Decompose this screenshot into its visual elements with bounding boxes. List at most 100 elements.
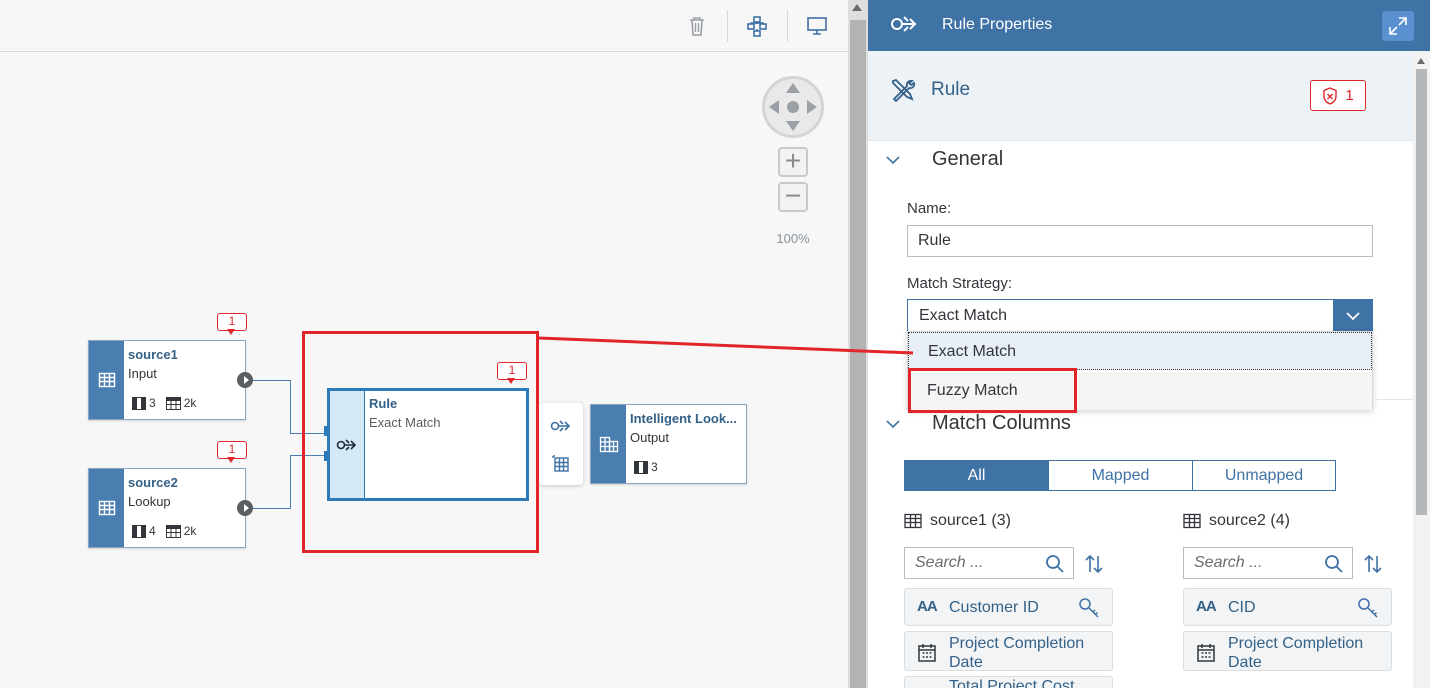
table-icon bbox=[89, 341, 124, 419]
add-output-icon[interactable] bbox=[547, 451, 575, 477]
annotation-highlight-box bbox=[908, 368, 1077, 413]
object-header: Rule 1 bbox=[868, 51, 1413, 141]
sort-icon[interactable] bbox=[1081, 550, 1107, 578]
monitor-icon[interactable] bbox=[803, 12, 831, 40]
output-port[interactable] bbox=[237, 500, 253, 516]
trash-icon[interactable] bbox=[683, 12, 711, 40]
connector-line bbox=[253, 380, 291, 381]
key-icon bbox=[1357, 597, 1379, 624]
tab-unmapped[interactable]: Unmapped bbox=[1192, 460, 1336, 491]
node-stats: 4 2k bbox=[132, 524, 196, 538]
column-item[interactable]: AA CID bbox=[1183, 588, 1392, 626]
chevron-down-icon bbox=[885, 152, 901, 173]
tab-mapped[interactable]: Mapped bbox=[1048, 460, 1193, 491]
wrench-screwdriver-icon bbox=[890, 77, 916, 108]
source2-node[interactable]: source2 Lookup 4 2k bbox=[88, 468, 246, 548]
key-icon bbox=[1078, 597, 1100, 624]
pan-control[interactable] bbox=[762, 76, 824, 138]
expand-icon bbox=[1389, 17, 1407, 35]
columns-icon bbox=[132, 524, 146, 538]
node-subtitle: Output bbox=[630, 430, 670, 445]
zoom-in-button[interactable]: + bbox=[778, 147, 808, 177]
source-label-text: source1 (3) bbox=[930, 512, 1011, 529]
source1-node[interactable]: source1 Input 3 2k bbox=[88, 340, 246, 420]
name-label: Name: bbox=[907, 200, 952, 217]
chevron-down-icon bbox=[885, 416, 901, 437]
source2-search[interactable] bbox=[1183, 547, 1353, 579]
column-item[interactable]: Project Completion Date bbox=[904, 631, 1113, 671]
sort-icon[interactable] bbox=[1360, 550, 1386, 578]
dataflow-canvas[interactable]: + − 100% source1 Input 3 2k 1 source2 Lo… bbox=[0, 0, 848, 688]
rule-properties-panel: Rule Properties Rule 1 General Name: Mat… bbox=[868, 0, 1430, 688]
canvas-toolbar bbox=[0, 0, 848, 52]
node-stats: 3 bbox=[634, 460, 658, 474]
match-rule-icon bbox=[890, 12, 920, 41]
section-title: General bbox=[932, 148, 1004, 170]
panel-title: Rule Properties bbox=[942, 16, 1053, 33]
chevron-down-icon[interactable] bbox=[1333, 300, 1372, 331]
row-count: 2k bbox=[183, 524, 197, 538]
table-icon bbox=[89, 469, 124, 547]
search-icon[interactable] bbox=[1045, 554, 1065, 579]
node-action-menu bbox=[539, 403, 583, 485]
warning-badge[interactable]: 1 bbox=[217, 441, 247, 463]
panel-header: Rule Properties bbox=[868, 0, 1430, 51]
warning-badge[interactable]: 1 bbox=[217, 313, 247, 335]
zoom-out-button[interactable]: − bbox=[778, 182, 808, 212]
divider bbox=[1374, 399, 1413, 400]
column-name: Project Completion Date bbox=[949, 635, 1085, 671]
node-title: source2 bbox=[128, 475, 178, 490]
zoom-level: 100% bbox=[776, 231, 810, 246]
calendar-icon bbox=[917, 643, 937, 668]
node-title: source1 bbox=[128, 347, 178, 362]
source1-columns-label: source1 (3) bbox=[904, 512, 1011, 530]
source1-search[interactable] bbox=[904, 547, 1074, 579]
column-item[interactable]: AA Customer ID bbox=[904, 588, 1113, 626]
tab-all[interactable]: All bbox=[904, 460, 1049, 491]
option-exact-match[interactable]: Exact Match bbox=[908, 332, 1372, 370]
column-count: 3 bbox=[149, 396, 156, 410]
object-title: Rule bbox=[931, 79, 971, 100]
search-input[interactable] bbox=[905, 548, 1043, 578]
name-input[interactable] bbox=[907, 225, 1373, 257]
output-port[interactable] bbox=[237, 372, 253, 388]
text-type-icon: AA bbox=[917, 598, 938, 615]
node-title: Intelligent Look... bbox=[630, 411, 737, 426]
rows-icon bbox=[165, 524, 181, 538]
validation-error-button[interactable]: 1 bbox=[1310, 80, 1366, 111]
column-item[interactable]: Total Project Cost bbox=[904, 676, 1113, 688]
column-count: 4 bbox=[149, 524, 156, 538]
source-label-text: source2 (4) bbox=[1209, 512, 1290, 529]
expand-button[interactable] bbox=[1382, 11, 1414, 41]
column-name: Project Completion Date bbox=[1228, 635, 1364, 671]
search-icon[interactable] bbox=[1324, 554, 1344, 579]
general-section-toggle[interactable]: General bbox=[868, 140, 1413, 180]
text-type-icon: AA bbox=[1196, 598, 1217, 615]
node-stats: 3 2k bbox=[132, 396, 196, 410]
columns-icon bbox=[634, 460, 648, 474]
node-subtitle: Input bbox=[128, 366, 157, 381]
panel-scrollbar[interactable] bbox=[1413, 51, 1430, 688]
canvas-scrollbar[interactable] bbox=[848, 0, 868, 688]
calendar-icon bbox=[1196, 643, 1216, 668]
source2-columns-label: source2 (4) bbox=[1183, 512, 1290, 530]
node-subtitle: Lookup bbox=[128, 494, 171, 509]
connector-line bbox=[290, 455, 291, 509]
selected-value: Exact Match bbox=[919, 307, 1008, 324]
column-name: Total Project Cost bbox=[949, 678, 1075, 688]
connector-line bbox=[253, 508, 291, 509]
column-name: Customer ID bbox=[949, 599, 1039, 616]
match-strategy-label: Match Strategy: bbox=[907, 275, 1013, 292]
add-rule-icon[interactable] bbox=[547, 413, 575, 439]
toolbar-separator bbox=[727, 10, 728, 42]
search-input[interactable] bbox=[1184, 548, 1322, 578]
match-strategy-select[interactable]: Exact Match bbox=[907, 299, 1373, 332]
output-node[interactable]: Intelligent Look... Output 3 bbox=[590, 404, 747, 484]
shield-error-icon bbox=[1323, 86, 1338, 105]
columns-icon bbox=[132, 396, 146, 410]
table-icon bbox=[1183, 513, 1201, 529]
column-item[interactable]: Project Completion Date bbox=[1183, 631, 1392, 671]
auto-layout-icon[interactable] bbox=[743, 12, 771, 40]
building-table-icon bbox=[591, 405, 626, 483]
toolbar-separator bbox=[787, 10, 788, 42]
